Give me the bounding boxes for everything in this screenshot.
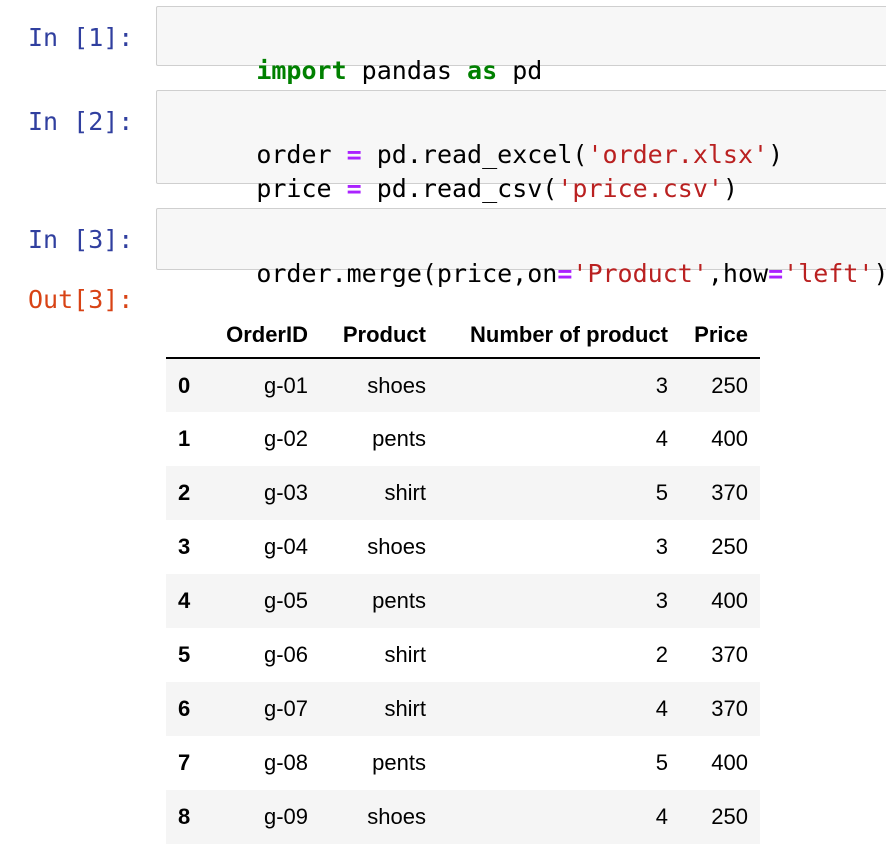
column-header-number-of-product: Number of product — [426, 312, 668, 359]
code-token: pd.read_csv( — [361, 174, 558, 203]
cell-price: 400 — [711, 426, 748, 451]
code-token: order.merge(price,on — [256, 259, 558, 288]
cell-product: pents — [372, 588, 426, 613]
code-line: order.merge(price,on='Product',how='left… — [166, 223, 886, 325]
column-header-orderid: OrderID — [216, 312, 308, 359]
cell-number-of-product: 3 — [655, 534, 668, 559]
row-index: 2 — [178, 480, 191, 505]
row-index: 4 — [178, 588, 191, 613]
code-token: ) — [873, 259, 886, 288]
table-header-row: OrderID Product Number of product Price — [166, 312, 760, 359]
cell-product: shirt — [384, 480, 426, 505]
cell-product: pents — [372, 750, 426, 775]
column-header-index — [166, 312, 216, 359]
cell-number-of-product: 3 — [655, 588, 668, 613]
cell-price: 400 — [711, 750, 748, 775]
table-row: 5 g-06 shirt 2 370 — [166, 628, 760, 682]
code-token: 'Product' — [572, 259, 708, 288]
cell-number-of-product: 5 — [655, 750, 668, 775]
row-index: 6 — [178, 696, 191, 721]
cell-number-of-product: 3 — [655, 372, 668, 398]
cell-price: 370 — [711, 642, 748, 667]
input-prompt: In [2]: — [28, 107, 134, 136]
cell-number-of-product: 4 — [655, 804, 668, 829]
cell-number-of-product: 4 — [655, 696, 668, 721]
cell-orderid: g-02 — [263, 426, 308, 451]
cell-number-of-product: 5 — [655, 480, 668, 505]
table-row: 3 g-04 shoes 3 250 — [166, 520, 760, 574]
dataframe-output-table: OrderID Product Number of product Price … — [166, 312, 760, 844]
cell-price: 370 — [711, 696, 748, 721]
table-row: 7 g-08 pents 5 400 — [166, 736, 760, 790]
cell-orderid: g-06 — [263, 642, 308, 667]
code-token: pandas — [346, 56, 468, 85]
code-input-area[interactable]: import pandas as pd — [156, 6, 886, 85]
code-token: ) — [768, 140, 784, 169]
cell-price: 250 — [711, 804, 748, 829]
table-row: 6 g-07 shirt 4 370 — [166, 682, 760, 736]
cell-orderid: g-08 — [263, 750, 308, 775]
code-token: = — [557, 259, 573, 288]
table-row: 1 g-02 pents 4 400 — [166, 412, 760, 466]
code-input-area[interactable]: order = pd.read_excel('order.xlsx') pric… — [156, 90, 886, 203]
row-index: 1 — [178, 426, 191, 451]
cell-product: shoes — [367, 534, 426, 559]
cell-product: pents — [372, 426, 426, 451]
cell-product: shirt — [384, 642, 426, 667]
code-token: 'left' — [783, 259, 874, 288]
row-index: 7 — [178, 750, 191, 775]
table-row: 8 g-09 shoes 4 250 — [166, 790, 760, 844]
cell-orderid: g-09 — [263, 804, 308, 829]
cell-product: shoes — [367, 804, 426, 829]
table-row: 0 g-01 shoes 3 250 — [166, 358, 760, 412]
code-token: ,how — [707, 259, 769, 288]
table-row: 4 g-05 pents 3 400 — [166, 574, 760, 628]
cell-orderid: g-04 — [263, 534, 308, 559]
table-row: 2 g-03 shirt 5 370 — [166, 466, 760, 520]
cell-price: 400 — [711, 588, 748, 613]
cell-price: 250 — [711, 534, 748, 559]
row-index: 5 — [178, 642, 191, 667]
cell-number-of-product: 4 — [655, 426, 668, 451]
code-token: = — [768, 259, 784, 288]
code-token: = — [346, 174, 362, 203]
column-header-price: Price — [668, 312, 760, 359]
row-index: 3 — [178, 534, 191, 559]
cell-orderid: g-07 — [263, 696, 308, 721]
cell-orderid: g-05 — [263, 588, 308, 613]
cell-orderid: g-01 — [263, 372, 308, 398]
code-input-area[interactable]: order.merge(price,on='Product',how='left… — [156, 208, 886, 288]
code-token: 'price.csv' — [557, 174, 723, 203]
output-prompt: Out[3]: — [28, 285, 134, 314]
cell-orderid: g-03 — [263, 480, 308, 505]
code-token: import — [256, 56, 347, 85]
code-token: price — [256, 174, 347, 203]
row-index: 0 — [178, 372, 191, 398]
cell-product: shirt — [384, 696, 426, 721]
input-prompt: In [3]: — [28, 225, 134, 254]
cell-price: 250 — [711, 372, 748, 398]
code-token: ) — [722, 174, 738, 203]
cell-price: 370 — [711, 480, 748, 505]
input-prompt: In [1]: — [28, 23, 134, 52]
code-token: pd — [497, 56, 543, 85]
cell-number-of-product: 2 — [655, 642, 668, 667]
row-index: 8 — [178, 804, 191, 829]
column-header-product: Product — [308, 312, 426, 359]
cell-product: shoes — [367, 372, 426, 398]
code-token: as — [467, 56, 498, 85]
